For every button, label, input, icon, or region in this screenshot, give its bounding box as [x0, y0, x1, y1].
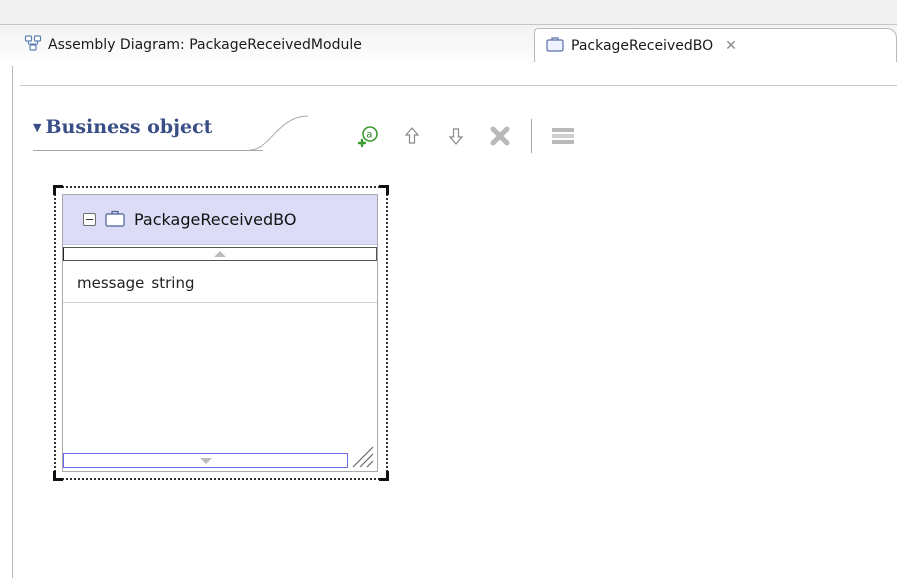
scroll-down-button[interactable] [63, 453, 348, 468]
editor-tab-bar: Assembly Diagram: PackageReceivedModule … [0, 0, 897, 66]
collapse-icon[interactable] [83, 213, 96, 226]
attribute-row[interactable]: message string [63, 263, 377, 303]
selection-corner[interactable] [53, 471, 63, 481]
scroll-up-arrow-icon [214, 251, 226, 257]
resize-grip-icon[interactable] [349, 443, 375, 469]
delete-icon [490, 126, 510, 146]
business-object-shape[interactable]: PackageReceivedBO message string [62, 194, 378, 472]
move-up-button[interactable] [399, 123, 425, 149]
add-attribute-icon: a [357, 126, 378, 148]
close-tab-icon[interactable]: ✕ [725, 38, 737, 54]
delete-button[interactable] [487, 123, 513, 149]
business-object-icon [545, 35, 565, 57]
section-header-business-object[interactable]: ▼ Business object [33, 116, 212, 138]
attribute-type: string [151, 273, 195, 292]
scroll-up-button[interactable] [63, 247, 377, 261]
show-layout-icon [552, 128, 574, 144]
section-header-tab-curve [250, 115, 309, 151]
tab-package-received-bo[interactable]: PackageReceivedBO ✕ [534, 28, 897, 62]
move-down-button[interactable] [443, 123, 469, 149]
move-down-icon [448, 128, 464, 145]
tab-assembly-diagram[interactable]: Assembly Diagram: PackageReceivedModule [14, 28, 534, 62]
selection-corner[interactable] [379, 185, 389, 195]
tab-label: PackageReceivedBO [571, 37, 714, 54]
business-object-name: PackageReceivedBO [134, 210, 297, 229]
expand-triangle-icon[interactable]: ▼ [33, 121, 41, 134]
business-object-icon [104, 208, 126, 232]
assembly-diagram-icon [24, 34, 42, 56]
attribute-name: message [77, 273, 145, 292]
section-header-underline [33, 150, 263, 151]
scroll-down-arrow-icon [199, 457, 212, 464]
show-layout-button[interactable] [550, 123, 576, 149]
move-up-icon [404, 127, 420, 144]
section-top-divider [20, 85, 897, 86]
business-object-header[interactable]: PackageReceivedBO [63, 195, 377, 245]
section-title: Business object [45, 116, 213, 138]
business-object-toolbar: a [355, 118, 576, 154]
svg-text:a: a [366, 130, 372, 141]
selection-corner[interactable] [379, 471, 389, 481]
tab-label: Assembly Diagram: PackageReceivedModule [48, 37, 362, 53]
add-attribute-button[interactable]: a [355, 123, 381, 149]
toolbar-separator [531, 119, 532, 153]
